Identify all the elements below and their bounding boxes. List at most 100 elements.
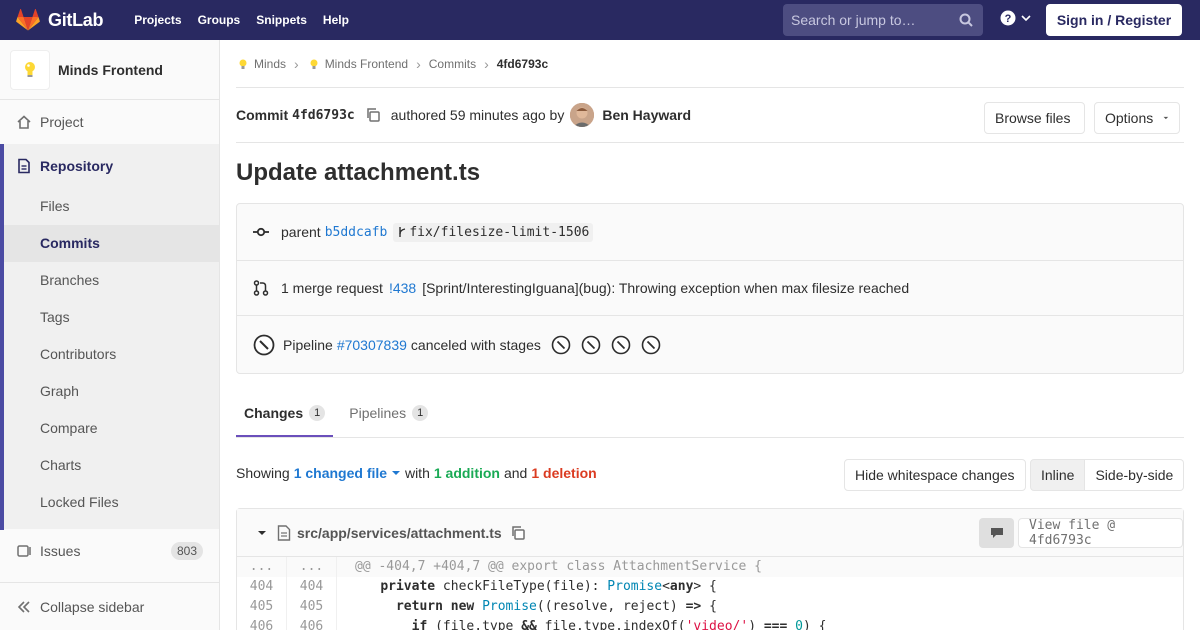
caret-down-icon bbox=[1163, 116, 1169, 120]
nav-projects[interactable]: Projects bbox=[126, 0, 189, 40]
breadcrumb-current[interactable]: 4fd6793c bbox=[497, 57, 548, 71]
diff-line: 405 405 return new Promise((resolve, rej… bbox=[237, 597, 1183, 617]
parent-row: parent b5ddcafb fix/filesize-limit-1506 bbox=[237, 204, 1183, 261]
commit-info-box: parent b5ddcafb fix/filesize-limit-1506 … bbox=[236, 203, 1184, 374]
old-line-number[interactable]: 404 bbox=[237, 577, 287, 597]
author-name[interactable]: Ben Hayward bbox=[602, 107, 691, 123]
commit-label: Commit bbox=[236, 107, 289, 123]
tab-pipelines[interactable]: Pipelines 1 bbox=[341, 405, 436, 437]
sidebar-item-label: Project bbox=[40, 114, 84, 130]
sidebar-item-issues[interactable]: Issues 803 bbox=[0, 529, 219, 573]
diff-line: 406 406 if (file.type && file.type.index… bbox=[237, 617, 1183, 630]
breadcrumb-minds-frontend[interactable]: Minds Frontend bbox=[307, 57, 408, 71]
sidebar-item-graph[interactable]: Graph bbox=[0, 373, 219, 410]
pipeline-label: Pipeline bbox=[283, 336, 333, 353]
breadcrumb-commits[interactable]: Commits bbox=[429, 57, 476, 71]
issues-icon bbox=[17, 545, 31, 557]
breadcrumb-minds[interactable]: Minds bbox=[236, 57, 286, 71]
parent-label: parent bbox=[281, 224, 321, 240]
pipeline-canceled-icon[interactable] bbox=[253, 334, 275, 356]
new-line-number[interactable]: 404 bbox=[287, 577, 337, 597]
new-line-number[interactable]: 405 bbox=[287, 597, 337, 617]
top-navbar: GitLab Projects Groups Snippets Help Sea… bbox=[0, 0, 1200, 40]
code-line: if (file.type && file.type.indexOf('vide… bbox=[411, 619, 827, 630]
breadcrumb: Minds › Minds Frontend › Commits › 4fd67… bbox=[236, 40, 1184, 88]
tab-count: 1 bbox=[309, 405, 326, 421]
options-dropdown[interactable]: Options bbox=[1094, 102, 1180, 134]
gitlab-home-link[interactable]: GitLab bbox=[16, 0, 104, 40]
pipeline-link[interactable]: #70307839 bbox=[337, 337, 407, 353]
collapse-sidebar-label: Collapse sidebar bbox=[40, 598, 145, 615]
sidebar-item-compare[interactable]: Compare bbox=[0, 410, 219, 447]
new-line-number[interactable]: 406 bbox=[287, 617, 337, 630]
branch-pill[interactable]: fix/filesize-limit-1506 bbox=[393, 222, 594, 242]
breadcrumb-label: Minds bbox=[254, 56, 287, 71]
showing-text: Showing bbox=[236, 465, 290, 481]
stage-canceled-icon[interactable] bbox=[641, 335, 661, 355]
hide-whitespace-button[interactable]: Hide whitespace changes bbox=[844, 459, 1026, 491]
doc-icon bbox=[18, 158, 30, 174]
branch-icon bbox=[399, 227, 406, 237]
parent-sha-link[interactable]: b5ddcafb bbox=[325, 225, 388, 240]
copy-icon[interactable] bbox=[365, 107, 381, 123]
old-line-number[interactable]: 406 bbox=[237, 617, 287, 630]
issues-count-badge: 803 bbox=[170, 542, 203, 560]
lightbulb-icon bbox=[310, 59, 318, 69]
inline-view-button[interactable]: Inline bbox=[1030, 459, 1086, 491]
side-by-side-button[interactable]: Side-by-side bbox=[1085, 459, 1185, 491]
options-label: Options bbox=[1105, 110, 1154, 126]
nav-groups[interactable]: Groups bbox=[190, 0, 249, 40]
avatar[interactable] bbox=[570, 103, 595, 127]
sidebar-project-header[interactable]: Minds Frontend bbox=[0, 40, 219, 100]
caret-down-icon bbox=[391, 471, 400, 475]
nav-help[interactable]: Help bbox=[315, 0, 357, 40]
changed-files-dropdown[interactable]: 1 changed file bbox=[294, 465, 401, 481]
old-line-number: ... bbox=[237, 557, 287, 577]
commit-icon bbox=[253, 227, 269, 237]
caret-down-icon[interactable] bbox=[257, 528, 267, 538]
help-dropdown[interactable]: ? bbox=[1000, 10, 1032, 26]
sidebar-item-commits[interactable]: Commits bbox=[0, 225, 219, 262]
stage-canceled-icon[interactable] bbox=[611, 335, 631, 355]
deletions-count: 1 deletion bbox=[531, 465, 597, 481]
lightbulb-icon bbox=[239, 59, 247, 69]
diff-line: 404 404 private checkFileType(file): Pro… bbox=[237, 577, 1183, 597]
merge-request-link[interactable]: !438 bbox=[389, 280, 416, 296]
file-path[interactable]: src/app/services/attachment.ts bbox=[297, 525, 502, 541]
svg-text:?: ? bbox=[1005, 13, 1012, 25]
copy-icon[interactable] bbox=[510, 525, 526, 541]
search-placeholder: Search or jump to… bbox=[791, 12, 916, 28]
search-input[interactable]: Search or jump to… bbox=[783, 4, 983, 36]
toggle-comments-button[interactable] bbox=[979, 518, 1014, 548]
project-name: Minds Frontend bbox=[58, 61, 163, 78]
view-file-button[interactable]: View file @ 4fd6793c bbox=[1018, 518, 1183, 548]
nav-snippets[interactable]: Snippets bbox=[248, 0, 315, 40]
stage-canceled-icon[interactable] bbox=[551, 335, 571, 355]
sidebar-item-files[interactable]: Files bbox=[0, 188, 219, 225]
sidebar-item-tags[interactable]: Tags bbox=[0, 299, 219, 336]
tab-changes[interactable]: Changes 1 bbox=[236, 405, 334, 437]
sign-in-button[interactable]: Sign in / Register bbox=[1046, 4, 1182, 36]
old-line-number[interactable]: 405 bbox=[237, 597, 287, 617]
main-content: Minds › Minds Frontend › Commits › 4fd67… bbox=[236, 40, 1184, 508]
collapse-sidebar-button[interactable]: Collapse sidebar bbox=[0, 582, 219, 630]
sidebar-item-contributors[interactable]: Contributors bbox=[0, 336, 219, 373]
diff-hunk-header: ... ... @@ -404,7 +404,7 @@ export class… bbox=[237, 557, 1183, 577]
commit-title: Update attachment.ts bbox=[236, 159, 481, 186]
sidebar-item-branches[interactable]: Branches bbox=[0, 262, 219, 299]
chevron-right-icon: › bbox=[416, 55, 421, 72]
additions-count: 1 addition bbox=[433, 465, 500, 481]
chevron-right-icon: › bbox=[484, 55, 489, 72]
code-line: return new Promise((resolve, reject) => … bbox=[395, 599, 717, 614]
tab-count: 1 bbox=[412, 405, 429, 421]
sidebar-item-project[interactable]: Project bbox=[0, 100, 219, 144]
code-line: private checkFileType(file): Promise<any… bbox=[380, 579, 717, 594]
pipeline-row: Pipeline #70307839 canceled with stages bbox=[237, 316, 1183, 373]
sidebar-item-repository[interactable]: Repository bbox=[0, 144, 219, 188]
lightbulb-icon bbox=[25, 61, 35, 77]
commit-sha: 4fd6793c bbox=[292, 107, 355, 123]
browse-files-button[interactable]: Browse files bbox=[984, 102, 1085, 134]
sidebar-item-locked-files[interactable]: Locked Files bbox=[0, 484, 219, 521]
stage-canceled-icon[interactable] bbox=[581, 335, 601, 355]
sidebar-item-charts[interactable]: Charts bbox=[0, 447, 219, 484]
